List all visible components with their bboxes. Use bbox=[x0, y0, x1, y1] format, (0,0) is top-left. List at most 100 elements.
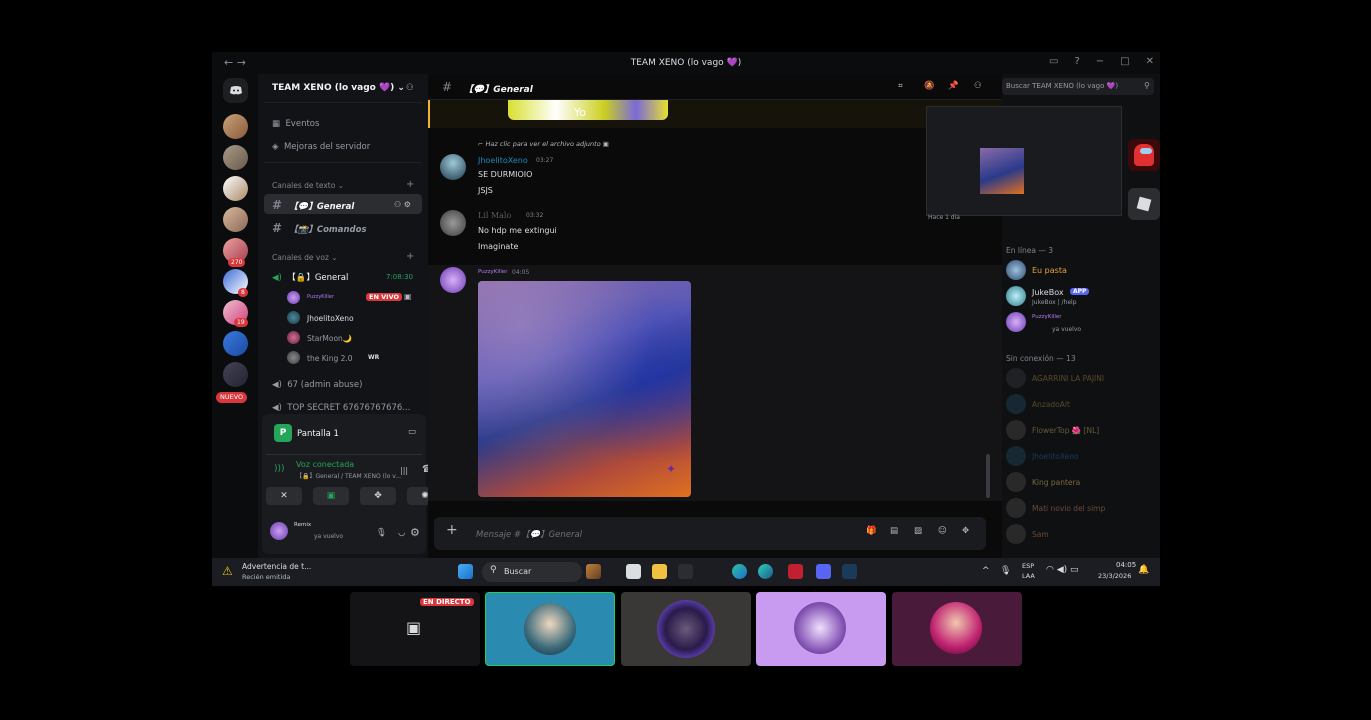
participant-tile[interactable] bbox=[621, 592, 751, 666]
browser-icon[interactable] bbox=[758, 564, 773, 579]
emoji-icon[interactable]: ☺ bbox=[938, 526, 947, 536]
member-name[interactable]: Sam bbox=[1032, 530, 1049, 539]
notification-bell-icon[interactable]: 🔕 bbox=[924, 81, 935, 91]
mic-icon[interactable]: 🎙 bbox=[1000, 566, 1011, 576]
message-input[interactable]: Mensaje #【💬】General bbox=[476, 528, 582, 540]
chevron-up-icon[interactable]: ^ bbox=[982, 566, 990, 576]
member-name[interactable]: JhoelitoXeno bbox=[1032, 452, 1079, 461]
search-input[interactable]: Buscar TEAM XENO (lo vago 💜) bbox=[1006, 82, 1118, 90]
apps-icon[interactable]: ✥ bbox=[962, 526, 969, 536]
member-avatar[interactable] bbox=[1006, 498, 1026, 518]
voice-channel-67[interactable]: ◀) 67 (admin abuse) bbox=[272, 380, 362, 390]
participant-tile[interactable] bbox=[485, 592, 615, 666]
member-avatar[interactable] bbox=[1006, 394, 1026, 414]
app-icon[interactable] bbox=[678, 564, 693, 579]
member-avatar[interactable] bbox=[1006, 472, 1026, 492]
participant-tile[interactable] bbox=[892, 592, 1022, 666]
member-name[interactable]: PuzzyKiller bbox=[1032, 314, 1062, 320]
reply-reference[interactable]: ⌐ Haz clic para ver el archivo adjunto ▣ bbox=[478, 140, 609, 148]
attach-plus-icon[interactable]: + bbox=[446, 522, 458, 538]
search-box[interactable] bbox=[482, 562, 582, 582]
edge-icon[interactable] bbox=[732, 564, 747, 579]
stream-preview[interactable] bbox=[926, 106, 1122, 216]
stream-tile[interactable]: EN DIRECTO ▣ bbox=[350, 592, 480, 666]
events-link[interactable]: ▦ Eventos bbox=[272, 119, 319, 129]
message-avatar[interactable] bbox=[440, 267, 466, 293]
inbox-icon[interactable]: ▭ bbox=[1049, 56, 1058, 67]
amd-icon[interactable] bbox=[788, 564, 803, 579]
server-header[interactable]: TEAM XENO (lo vago 💜) ⌄ bbox=[272, 83, 405, 93]
discord-home-icon[interactable] bbox=[223, 78, 248, 103]
headset-icon[interactable]: ◡ bbox=[398, 528, 405, 538]
boosts-link[interactable]: ◈ Mejoras del servidor bbox=[272, 142, 370, 152]
server-icon[interactable] bbox=[223, 114, 248, 139]
notification-bell-icon[interactable]: 🔔 bbox=[1138, 565, 1149, 575]
language-top[interactable]: ESP bbox=[1022, 562, 1034, 570]
member-avatar[interactable] bbox=[1006, 420, 1026, 440]
history-nav[interactable]: ← → bbox=[224, 56, 246, 69]
scrollbar[interactable] bbox=[986, 454, 990, 498]
member-name[interactable]: JukeBox bbox=[1032, 288, 1064, 297]
noise-icon[interactable]: ||| bbox=[400, 466, 408, 475]
member-name[interactable]: AGARRINI LA PAJINI bbox=[1032, 374, 1104, 383]
message-author[interactable]: JhoelitoXeno bbox=[478, 156, 528, 165]
mic-icon[interactable]: 🎙 bbox=[376, 528, 387, 538]
text-channels-header[interactable]: Canales de texto ⌄ bbox=[272, 181, 344, 190]
member-name[interactable]: FlowerTop 🌺 [NL] bbox=[1032, 426, 1099, 435]
voice-channel-general[interactable]: ◀) 【🔒】General bbox=[272, 271, 348, 283]
member-avatar[interactable] bbox=[1006, 312, 1026, 332]
pin-icon[interactable]: 📌 bbox=[948, 81, 959, 91]
wifi-icon[interactable]: ◠ ◀) ▭ bbox=[1046, 565, 1079, 575]
add-channel-icon[interactable]: + bbox=[406, 179, 414, 190]
participant-tile[interactable] bbox=[756, 592, 886, 666]
screenshare-button[interactable]: ▣ bbox=[313, 487, 349, 505]
sticker-icon[interactable]: ▨ bbox=[914, 526, 922, 536]
add-member-icon[interactable]: ⚇ bbox=[406, 83, 414, 93]
member-name[interactable]: King pantera bbox=[1032, 478, 1080, 487]
message-avatar[interactable] bbox=[440, 154, 466, 180]
members-icon[interactable]: ⚇ bbox=[974, 81, 982, 91]
file-explorer-icon[interactable] bbox=[652, 564, 667, 579]
message-author[interactable]: PuzzyKiller bbox=[478, 269, 508, 275]
widgets-icon[interactable] bbox=[586, 564, 601, 579]
add-channel-icon[interactable]: + bbox=[406, 251, 414, 262]
invite-icon[interactable]: ⚇ ⚙ bbox=[394, 200, 411, 209]
clock-time[interactable]: 04:05 bbox=[1116, 561, 1136, 569]
threads-icon[interactable]: ⌗ bbox=[898, 81, 903, 91]
member-name[interactable]: Mati novio del simp bbox=[1032, 504, 1105, 513]
voice-channels-header[interactable]: Canales de voz ⌄ bbox=[272, 253, 338, 262]
voice-user[interactable]: JhoelitoXeno bbox=[307, 314, 354, 323]
popout-icon[interactable]: ▭ bbox=[408, 427, 416, 437]
gif-icon[interactable]: ▤ bbox=[890, 526, 898, 536]
member-name[interactable]: Eu pasta bbox=[1032, 266, 1067, 275]
notification-title[interactable]: Advertencia de t... bbox=[242, 562, 311, 571]
member-avatar[interactable] bbox=[1006, 524, 1026, 544]
discord-icon[interactable] bbox=[816, 564, 831, 579]
server-icon[interactable] bbox=[223, 176, 248, 201]
user-avatar[interactable] bbox=[270, 522, 288, 540]
voice-user[interactable]: PuzzyKiller bbox=[307, 294, 334, 300]
voice-status[interactable]: Voz conectada bbox=[296, 460, 354, 469]
gift-icon[interactable]: 🎁 bbox=[866, 526, 877, 536]
message-author[interactable]: Lil Malo bbox=[478, 211, 511, 220]
voice-user[interactable]: the King 2.0 bbox=[307, 354, 353, 363]
member-name[interactable]: AnzadoAlt bbox=[1032, 400, 1070, 409]
member-avatar[interactable] bbox=[1006, 368, 1026, 388]
member-avatar[interactable] bbox=[1006, 446, 1026, 466]
search-icon[interactable]: ⚲ bbox=[1144, 81, 1150, 90]
steam-icon[interactable] bbox=[842, 564, 857, 579]
help-icon[interactable]: ? bbox=[1074, 56, 1079, 67]
maximize-button[interactable]: □ bbox=[1120, 56, 1129, 67]
activities-button[interactable]: ✥ bbox=[360, 487, 396, 505]
server-icon[interactable] bbox=[223, 362, 248, 387]
voice-user[interactable]: StarMoon🌙 bbox=[307, 334, 352, 343]
windows-start-icon[interactable] bbox=[458, 564, 473, 579]
channel-comandos[interactable]: # 【📸】Comandos bbox=[272, 221, 367, 235]
member-avatar[interactable] bbox=[1006, 286, 1026, 306]
task-view-icon[interactable] bbox=[626, 564, 641, 579]
minimize-button[interactable]: − bbox=[1096, 56, 1104, 67]
server-icon[interactable] bbox=[223, 207, 248, 232]
camera-button[interactable]: ✕ bbox=[266, 487, 302, 505]
server-icon[interactable] bbox=[223, 145, 248, 170]
voice-channel-topsecret[interactable]: ◀) TOP SECRET 67676767676... bbox=[272, 403, 410, 413]
